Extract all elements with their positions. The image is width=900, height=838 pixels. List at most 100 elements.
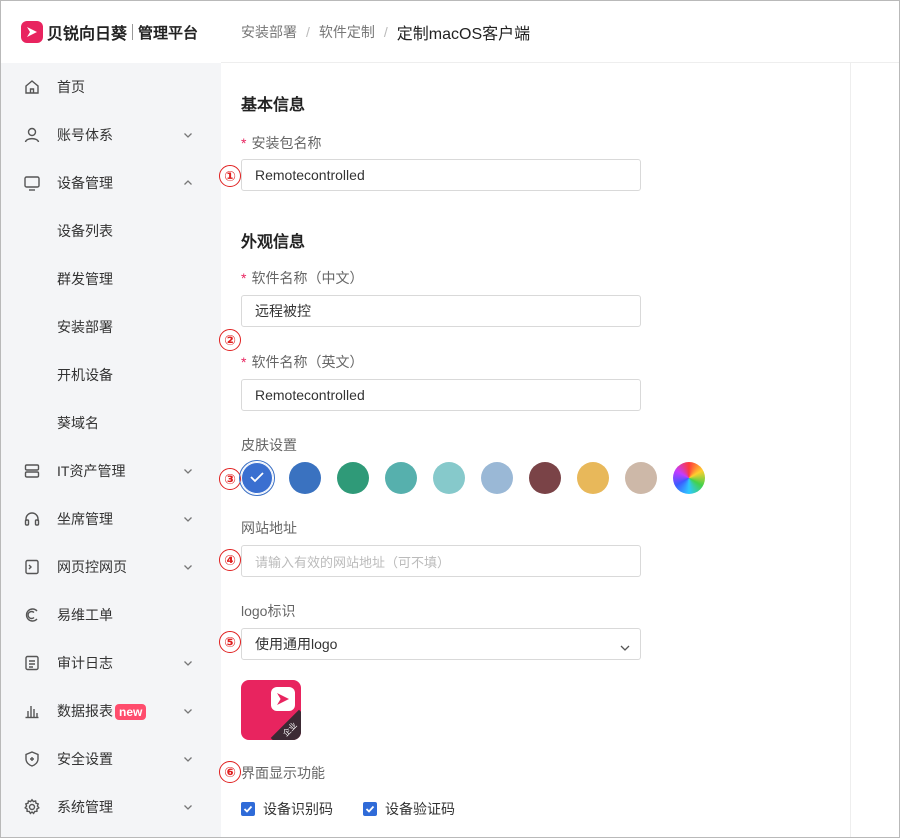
log-icon [23, 654, 41, 672]
checkbox-checked-icon[interactable] [363, 802, 377, 816]
option-label: 设备识别码 [263, 801, 333, 817]
sidebar-item-devices[interactable]: 设备管理 [1, 159, 221, 207]
skin-swatch[interactable] [289, 462, 321, 494]
skin-swatch[interactable] [433, 462, 465, 494]
sidebar-item-home[interactable]: 首页 [1, 63, 221, 111]
chevron-down-icon [620, 640, 630, 651]
brand-subtitle: 管理平台 [138, 24, 199, 42]
chevron-down-icon [183, 754, 193, 764]
sidebar-item-security[interactable]: 安全设置 [1, 735, 221, 783]
logo-select[interactable]: 使用通用logo [241, 628, 641, 660]
package-name-label-text: 安装包名称 [251, 135, 322, 151]
headset-icon [23, 510, 41, 528]
breadcrumb-separator: / [383, 23, 388, 40]
website-label: 网站地址 [241, 520, 297, 536]
sidebar-subitem-domain[interactable]: 葵域名 [1, 399, 221, 447]
sidebar-item-system[interactable]: 系统管理 [1, 783, 221, 831]
skin-swatch[interactable] [481, 462, 513, 494]
package-name-label: * 安装包名称 [241, 133, 321, 153]
monitor-icon [23, 174, 41, 192]
required-mark: * [241, 135, 247, 151]
annotation-marker-3: ③ [219, 468, 241, 490]
sidebar-item-web-control[interactable]: 网页控网页 [1, 543, 221, 591]
sidebar-item-label: 设备管理 [57, 175, 113, 191]
breadcrumb: 安装部署 / 软件定制 / 定制macOS客户端 [221, 1, 899, 63]
brand[interactable]: 贝锐向日葵 管理平台 [1, 1, 221, 63]
app-logo-mark-icon [271, 687, 295, 711]
chevron-down-icon [183, 514, 193, 524]
ticket-icon [23, 606, 41, 624]
sidebar-item-label: IT资产管理 [57, 463, 126, 479]
website-input[interactable]: 请输入有效的网站地址（可不填） [241, 545, 641, 577]
user-icon [23, 126, 41, 144]
section-title-appearance: 外观信息 [241, 234, 306, 251]
logo-label: logo标识 [241, 603, 296, 619]
name-en-label: * 软件名称（英文） [241, 352, 363, 372]
package-name-input[interactable]: Remotecontrolled [241, 159, 641, 191]
skin-swatch[interactable] [577, 462, 609, 494]
brand-name: 贝锐向日葵 [47, 26, 128, 43]
required-mark: * [241, 270, 247, 286]
name-en-label-text: 软件名称（英文） [251, 354, 364, 370]
breadcrumb-software-custom[interactable]: 软件定制 [319, 22, 375, 42]
sidebar-item-label: 坐席管理 [57, 511, 113, 527]
sidebar-item-reports[interactable]: 数据报表 new [1, 687, 221, 735]
skin-swatch[interactable] [625, 462, 657, 494]
name-en-input[interactable]: Remotecontrolled [241, 379, 641, 411]
sidebar-item-label: 首页 [57, 79, 85, 95]
brand-logo-icon [21, 21, 43, 43]
sidebar-item-it-assets[interactable]: IT资产管理 [1, 447, 221, 495]
skin-swatch[interactable] [529, 462, 561, 494]
gear-icon [23, 798, 41, 816]
chevron-down-icon [183, 466, 193, 476]
sidebar-subitem-install-deploy[interactable]: 安装部署 [1, 303, 221, 351]
option-label: 设备验证码 [385, 801, 455, 817]
skin-swatch[interactable] [239, 460, 275, 496]
sidebar-item-label: 审计日志 [57, 655, 113, 671]
chevron-down-icon [183, 130, 193, 140]
name-cn-label: * 软件名称（中文） [241, 268, 363, 288]
skin-swatch-custom[interactable] [673, 462, 705, 494]
sidebar-item-label: 安全设置 [57, 751, 113, 767]
option-device-code[interactable]: 设备验证码 [363, 799, 455, 819]
chevron-down-icon [183, 658, 193, 668]
annotation-marker-4: ④ [219, 549, 241, 571]
sidebar-nav: 首页 账号体系 设备管理 设备列表 群发管理 安装部署 开机设备 葵域名 IT资… [1, 63, 221, 831]
sidebar: 贝锐向日葵 管理平台 首页 账号体系 设备管理 设备列表 群发管理 安装部署 开… [1, 1, 221, 837]
sidebar-item-label-text: 数据报表 [57, 703, 113, 719]
sidebar-item-tickets[interactable]: 易维工单 [1, 591, 221, 639]
annotation-marker-2: ② [219, 329, 241, 351]
skin-swatch[interactable] [337, 462, 369, 494]
sidebar-subitem-group-send[interactable]: 群发管理 [1, 255, 221, 303]
required-mark: * [241, 354, 247, 370]
sidebar-subitem-device-list[interactable]: 设备列表 [1, 207, 221, 255]
sidebar-item-accounts[interactable]: 账号体系 [1, 111, 221, 159]
name-cn-input[interactable]: 远程被控 [241, 295, 641, 327]
sidebar-item-seats[interactable]: 坐席管理 [1, 495, 221, 543]
option-device-id[interactable]: 设备识别码 [241, 799, 333, 819]
checkbox-checked-icon[interactable] [241, 802, 255, 816]
page-title: 定制macOS客户端 [396, 25, 531, 43]
skin-swatches [239, 460, 721, 496]
annotation-marker-6: ⑥ [219, 761, 241, 783]
chart-icon [23, 702, 41, 720]
skin-swatch[interactable] [385, 462, 417, 494]
breadcrumb-install-deploy[interactable]: 安装部署 [241, 22, 297, 42]
app-logo-preview: 企业 [241, 680, 301, 740]
brand-divider [132, 24, 134, 40]
chevron-up-icon [183, 178, 193, 188]
custom-client-form: 基本信息 * 安装包名称 ① Remotecontrolled 外观信息 * 软件名… [219, 63, 851, 837]
display-features-label: 界面显示功能 [241, 765, 325, 781]
home-icon [23, 78, 41, 96]
name-cn-label-text: 软件名称（中文） [251, 270, 364, 286]
sidebar-item-label: 账号体系 [57, 127, 113, 143]
logo-select-value: 使用通用logo [255, 636, 338, 652]
sidebar-item-label: 系统管理 [57, 799, 113, 815]
new-badge: new [115, 704, 147, 720]
annotation-marker-1: ① [219, 165, 241, 187]
terminal-icon [23, 558, 41, 576]
sidebar-subitem-boot-device[interactable]: 开机设备 [1, 351, 221, 399]
shield-icon [23, 750, 41, 768]
app-window: 贝锐向日葵 管理平台 首页 账号体系 设备管理 设备列表 群发管理 安装部署 开… [0, 0, 900, 838]
sidebar-item-audit-log[interactable]: 审计日志 [1, 639, 221, 687]
